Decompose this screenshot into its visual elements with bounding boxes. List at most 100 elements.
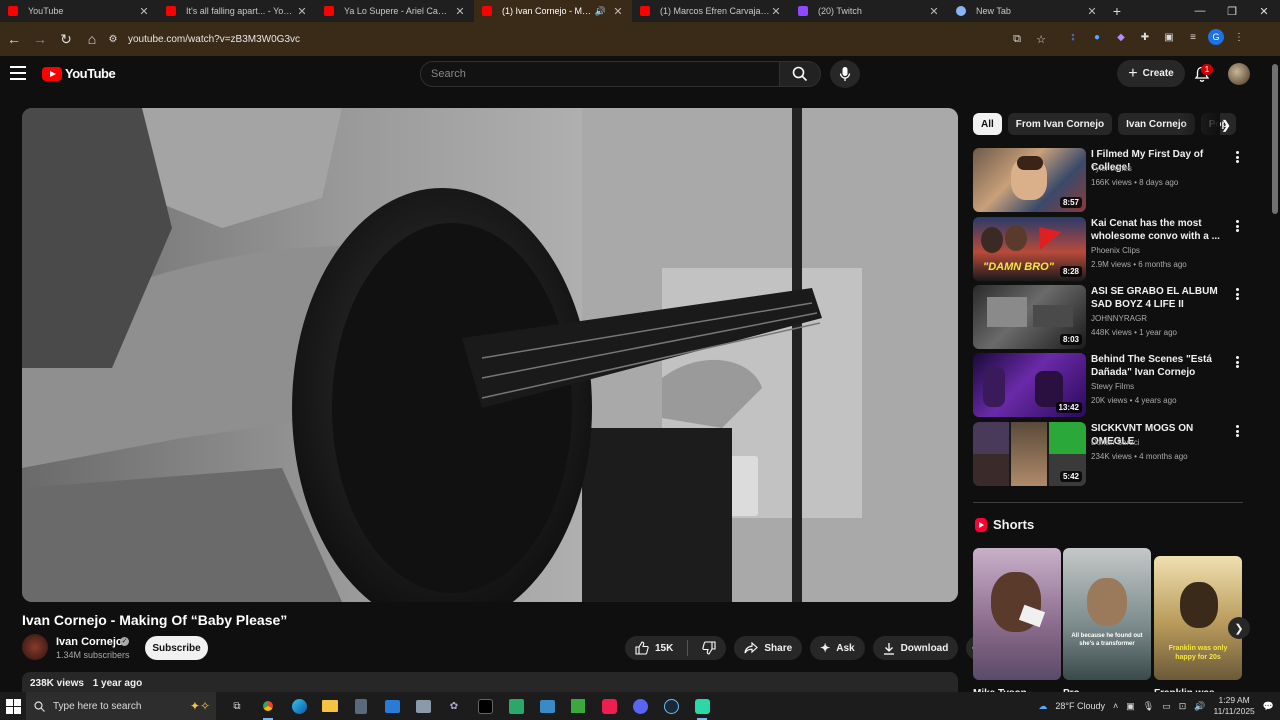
short-thumbnail[interactable] bbox=[973, 548, 1061, 680]
edge-icon[interactable] bbox=[288, 695, 310, 717]
extension-icon[interactable]: ⦂ bbox=[1064, 28, 1082, 46]
close-tab-icon[interactable]: ✕ bbox=[138, 5, 150, 18]
recommendation-title[interactable]: Kai Cenat has the most wholesome convo w… bbox=[1091, 217, 1231, 243]
chevron-up-icon[interactable]: ˄ bbox=[1113, 701, 1118, 711]
recommendation-channel[interactable]: Tyler Jones bbox=[1091, 164, 1132, 173]
hamburger-menu-icon[interactable] bbox=[10, 66, 26, 80]
recommendation-item[interactable]: 5:42 SICKKVNT MOGS ON OMEGLE Dorian Sara… bbox=[973, 422, 1243, 486]
minimize-icon[interactable]: — bbox=[1184, 0, 1216, 22]
kebab-menu-icon[interactable] bbox=[1231, 355, 1243, 369]
chrome-menu-icon[interactable]: ⋮ bbox=[1230, 28, 1248, 46]
search-button[interactable] bbox=[779, 61, 821, 87]
download-button[interactable]: Download bbox=[872, 636, 959, 660]
short-thumbnail[interactable]: Franklin was only happy for 20s bbox=[1154, 556, 1242, 680]
scrollbar-thumb[interactable] bbox=[1272, 64, 1278, 214]
voice-search-button[interactable] bbox=[830, 60, 860, 88]
install-app-icon[interactable]: ⧉ bbox=[1008, 30, 1026, 48]
close-window-icon[interactable]: ✕ bbox=[1248, 0, 1280, 22]
browser-tab[interactable]: YouTube ✕ bbox=[0, 0, 158, 22]
discord-icon[interactable] bbox=[629, 695, 651, 717]
back-icon[interactable]: ← bbox=[2, 27, 26, 51]
address-bar[interactable]: ⚙ youtube.com/watch?v=zB3M3W0G3vc ⧉ ☆ bbox=[100, 26, 1060, 52]
paint-icon[interactable]: ✿ bbox=[443, 695, 465, 717]
chip-from-channel[interactable]: From Ivan Cornejo bbox=[1007, 113, 1113, 135]
app-icon[interactable] bbox=[505, 695, 527, 717]
app-icon[interactable] bbox=[536, 695, 558, 717]
recommendation-title[interactable]: Behind The Scenes "Está Dañada" Ivan Cor… bbox=[1091, 353, 1231, 379]
capcut-icon[interactable] bbox=[474, 695, 496, 717]
browser-tab[interactable]: It's all falling apart... - YouTube✕ bbox=[158, 0, 316, 22]
browser-tab[interactable]: (1) Marcos Efren Carvajal Mend✕ bbox=[632, 0, 790, 22]
minecraft-icon[interactable] bbox=[567, 695, 589, 717]
kebab-menu-icon[interactable] bbox=[1231, 219, 1243, 233]
recommendation-item[interactable]: 8:03 ASI SE GRABO EL ALBUM SAD BOYZ 4 LI… bbox=[973, 285, 1243, 349]
battery-icon[interactable]: ▭ bbox=[1162, 701, 1171, 712]
new-tab-button[interactable]: + bbox=[1106, 0, 1128, 22]
clock[interactable]: 1:29 AM 11/11/2025 bbox=[1214, 695, 1255, 717]
subscribe-button[interactable]: Subscribe bbox=[145, 636, 208, 660]
extension-icon[interactable]: ◆ bbox=[1112, 28, 1130, 46]
steam-icon[interactable] bbox=[660, 695, 682, 717]
recommendation-title[interactable]: ASI SE GRABO EL ALBUM SAD BOYZ 4 LIFE II bbox=[1091, 285, 1231, 311]
search-input[interactable]: Search bbox=[420, 61, 780, 87]
video-player[interactable] bbox=[22, 108, 958, 602]
profile-avatar[interactable]: G bbox=[1208, 29, 1224, 45]
volume-icon[interactable]: 🔊 bbox=[1194, 701, 1205, 712]
kebab-menu-icon[interactable] bbox=[1231, 424, 1243, 438]
channel-avatar[interactable] bbox=[22, 634, 48, 660]
share-button[interactable]: Share bbox=[734, 636, 803, 660]
ask-button[interactable]: ✦ Ask bbox=[810, 636, 865, 660]
chevron-right-icon[interactable]: ❯ bbox=[1216, 115, 1236, 135]
kebab-menu-icon[interactable] bbox=[1231, 287, 1243, 301]
extension-icon[interactable]: ● bbox=[1088, 28, 1106, 46]
recommendation-channel[interactable]: Phoenix Clips bbox=[1091, 246, 1140, 255]
close-tab-icon[interactable]: ✕ bbox=[1086, 5, 1098, 18]
create-button[interactable]: + Create bbox=[1117, 60, 1185, 87]
close-tab-icon[interactable]: ✕ bbox=[928, 5, 940, 18]
tiktok-icon[interactable] bbox=[598, 695, 620, 717]
side-panel-icon[interactable]: ▣ bbox=[1160, 28, 1178, 46]
page-scrollbar[interactable] bbox=[1271, 56, 1280, 692]
video-thumbnail[interactable]: "DAMN BRO" 8:28 bbox=[973, 217, 1086, 281]
task-view-icon[interactable]: ⧉ bbox=[226, 695, 248, 717]
calculator-icon[interactable] bbox=[350, 695, 372, 717]
dislike-button[interactable] bbox=[702, 641, 716, 655]
speaker-icon[interactable]: 🔊 bbox=[595, 6, 606, 17]
account-avatar[interactable] bbox=[1228, 63, 1250, 85]
browser-tab[interactable]: (20) Twitch ✕ bbox=[790, 0, 948, 22]
reload-icon[interactable]: ↻ bbox=[54, 27, 78, 51]
channel-name[interactable]: Ivan Cornejo bbox=[56, 636, 123, 648]
kebab-menu-icon[interactable] bbox=[1231, 150, 1243, 164]
browser-tab-active[interactable]: (1) Ivan Cornejo - Making (🔊 ✕ bbox=[474, 0, 632, 22]
recommendation-item[interactable]: 8:57 I Filmed My First Day of College! T… bbox=[973, 148, 1243, 212]
app-icon[interactable] bbox=[691, 695, 713, 720]
taskbar-search[interactable]: Type here to search ✦✧ bbox=[26, 692, 216, 720]
puzzle-extensions-icon[interactable]: ✚ bbox=[1136, 28, 1154, 46]
close-tab-icon[interactable]: ✕ bbox=[770, 5, 782, 18]
short-thumbnail[interactable]: All because he found out she's a transfo… bbox=[1063, 548, 1151, 680]
video-thumbnail[interactable]: 13:42 bbox=[973, 353, 1086, 417]
app-icon[interactable] bbox=[412, 695, 434, 717]
chrome-icon[interactable] bbox=[257, 695, 279, 720]
weather-icon[interactable]: ☁ bbox=[1038, 701, 1047, 712]
url-text[interactable]: youtube.com/watch?v=zB3M3W0G3vc bbox=[128, 34, 300, 45]
bookmark-star-icon[interactable]: ☆ bbox=[1032, 30, 1050, 48]
recommendation-item[interactable]: "DAMN BRO" 8:28 Kai Cenat has the most w… bbox=[973, 217, 1243, 281]
weather-text[interactable]: 28°F Cloudy bbox=[1055, 701, 1105, 711]
chevron-right-icon[interactable]: ❯ bbox=[1228, 617, 1250, 639]
chip-all[interactable]: All bbox=[973, 113, 1002, 135]
network-icon[interactable]: ⊡ bbox=[1179, 701, 1187, 712]
media-controls-icon[interactable]: ≡ bbox=[1184, 28, 1202, 46]
recommendation-channel[interactable]: Stewy Films bbox=[1091, 382, 1134, 391]
browser-tab[interactable]: New Tab ✕ bbox=[948, 0, 1106, 22]
recommendation-item[interactable]: 13:42 Behind The Scenes "Está Dañada" Iv… bbox=[973, 353, 1243, 417]
recommendation-channel[interactable]: Dorian Saraci bbox=[1091, 438, 1139, 447]
app-tray-icon[interactable]: ▣ bbox=[1126, 701, 1135, 712]
close-tab-icon[interactable]: ✕ bbox=[612, 5, 624, 18]
close-tab-icon[interactable]: ✕ bbox=[296, 5, 308, 18]
file-explorer-icon[interactable] bbox=[319, 695, 341, 717]
windows-start-icon[interactable] bbox=[0, 692, 26, 720]
forward-icon[interactable]: → bbox=[28, 27, 52, 51]
like-button[interactable]: 15K bbox=[635, 641, 673, 655]
video-thumbnail[interactable]: 8:03 bbox=[973, 285, 1086, 349]
